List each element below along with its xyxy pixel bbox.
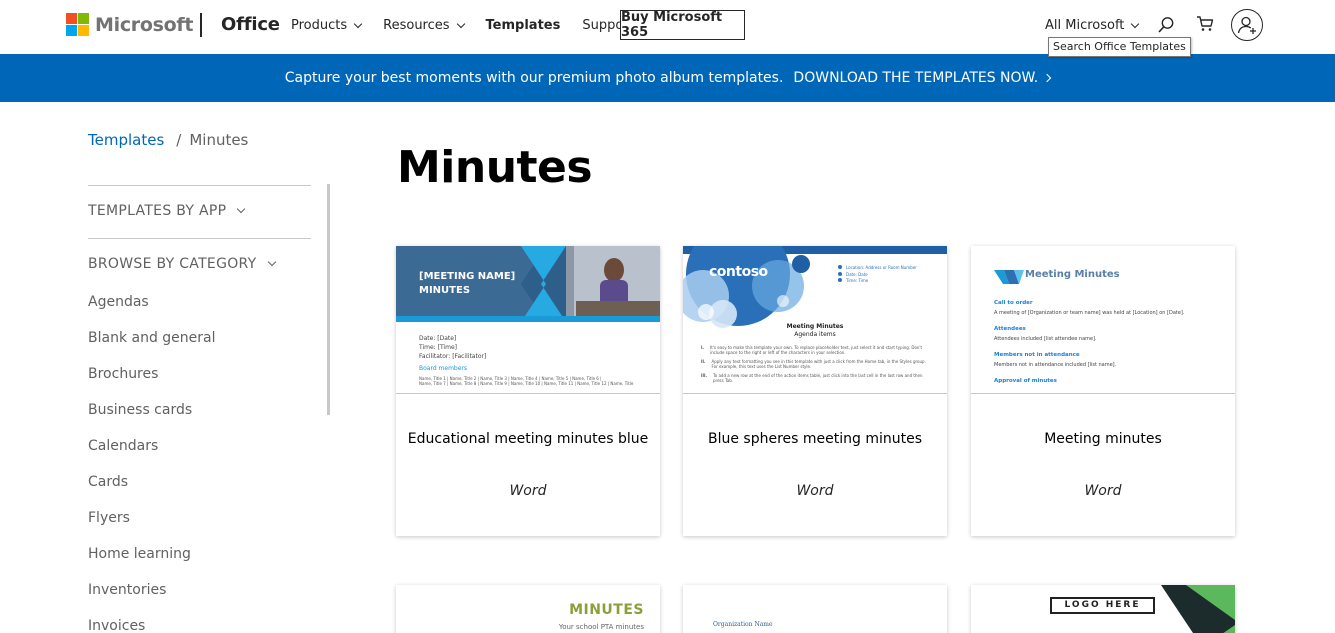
preview-heading: Organization Name <box>713 621 773 628</box>
preview-section: Members not in attendance <box>994 352 1080 358</box>
all-microsoft-menu[interactable]: All Microsoft <box>1045 18 1140 33</box>
preview-section: Board members <box>419 365 468 372</box>
preview-logo: contoso <box>709 264 768 280</box>
microsoft-logo-icon <box>66 13 89 36</box>
nav-products-label: Products <box>291 18 348 33</box>
chevron-down-icon <box>456 19 465 29</box>
cart-button[interactable] <box>1194 13 1216 35</box>
sidebar-divider <box>88 185 311 186</box>
preview-subheading: MINUTES <box>419 285 471 296</box>
search-tooltip: Search Office Templates <box>1048 37 1191 57</box>
template-title: Meeting minutes <box>1044 431 1162 447</box>
category-list: Agendas Blank and general Brochures Busi… <box>88 292 216 633</box>
header-divider <box>200 13 202 37</box>
preview-meta: Time: Time <box>846 278 869 283</box>
preview-subheading: Agenda items <box>794 331 836 338</box>
breadcrumb-templates-link[interactable]: Templates <box>88 131 164 149</box>
preview-section: Attendees <box>994 326 1026 332</box>
breadcrumb-current: Minutes <box>189 131 249 149</box>
banner-cta-label: DOWNLOAD THE TEMPLATES NOW. <box>793 70 1039 86</box>
category-flyers[interactable]: Flyers <box>88 508 216 544</box>
breadcrumb: Templates / Minutes <box>88 131 248 149</box>
nav-resources[interactable]: Resources <box>383 18 465 33</box>
category-cards[interactable]: Cards <box>88 472 216 508</box>
template-card-logo-minutes[interactable]: LOGO HERE <box>971 585 1235 633</box>
nav-templates-label: Templates <box>485 18 561 33</box>
category-calendars[interactable]: Calendars <box>88 436 216 472</box>
sidebar-divider <box>88 238 311 239</box>
preview-heading: Meeting Minutes <box>1025 269 1120 280</box>
category-business-cards[interactable]: Business cards <box>88 400 216 436</box>
preview-line: Date: [Date] <box>419 335 457 342</box>
office-link[interactable]: Office <box>221 14 280 35</box>
sidebar-scrollbar[interactable] <box>327 184 330 415</box>
category-home-learning[interactable]: Home learning <box>88 544 216 580</box>
chevron-down-icon <box>267 257 276 267</box>
category-inventories[interactable]: Inventories <box>88 580 216 616</box>
promo-banner: Capture your best moments with our premi… <box>0 54 1335 102</box>
template-thumbnail: [MEETING NAME] MINUTES Date: [Date] Time… <box>396 246 660 394</box>
preview-heading: [MEETING NAME] <box>419 271 516 282</box>
preview-item: To add a new row at the end of the actio… <box>712 373 923 383</box>
template-card-pta-minutes[interactable]: MINUTES Your school PTA minutes <box>396 585 660 633</box>
all-microsoft-label: All Microsoft <box>1045 18 1125 33</box>
search-icon <box>1158 17 1174 33</box>
banner-cta-link[interactable]: DOWNLOAD THE TEMPLATES NOW. <box>793 70 1052 86</box>
preview-item: Apply any text formatting you see in thi… <box>711 359 926 369</box>
preview-line: Time: [Time] <box>419 344 457 351</box>
template-title: Educational meeting minutes blue <box>407 431 649 447</box>
chevron-down-icon <box>1131 19 1140 29</box>
template-app: Word <box>796 483 834 499</box>
preview-text: Attendees included [list attendee name]. <box>994 336 1097 342</box>
preview-detail: Name, Title 7 | Name, Title 8 | Name, Ti… <box>419 381 634 386</box>
preview-heading: MINUTES <box>569 602 644 618</box>
chevron-right-icon <box>1043 73 1052 83</box>
preview-line: Facilitator: [Facilitator] <box>419 353 487 360</box>
preview-section: Call to order <box>994 300 1033 306</box>
page-title: Minutes <box>397 142 593 193</box>
template-app: Word <box>1084 483 1122 499</box>
preview-heading: Meeting Minutes <box>786 323 844 330</box>
buy-microsoft-365-button[interactable]: Buy Microsoft 365 <box>620 10 745 40</box>
template-card-educational-minutes[interactable]: [MEETING NAME] MINUTES Date: [Date] Time… <box>396 246 660 536</box>
template-app: Word <box>509 483 547 499</box>
microsoft-wordmark: Microsoft <box>95 13 194 36</box>
template-card-blue-spheres-minutes[interactable]: contoso Location: Address or Room Number… <box>683 246 947 536</box>
chevron-down-icon <box>237 204 246 214</box>
template-title: Blue spheres meeting minutes <box>707 431 923 447</box>
browse-by-category-toggle[interactable]: BROWSE BY CATEGORY <box>88 256 276 272</box>
chevron-down-icon <box>353 19 363 29</box>
template-card-meeting-minutes[interactable]: Meeting Minutes Call to order A meeting … <box>971 246 1235 536</box>
category-agendas[interactable]: Agendas <box>88 292 216 328</box>
preview-logo: LOGO HERE <box>1050 597 1155 614</box>
template-thumbnail: Meeting Minutes Call to order A meeting … <box>971 246 1235 394</box>
meeting-logo-icon <box>994 270 1024 284</box>
templates-by-app-label: TEMPLATES BY APP <box>88 203 227 219</box>
category-brochures[interactable]: Brochures <box>88 364 216 400</box>
breadcrumb-separator: / <box>176 131 182 149</box>
preview-item: It's easy to make this template your own… <box>710 345 923 355</box>
preview-meta: Location: Address or Room Number <box>846 265 917 270</box>
search-button[interactable] <box>1155 14 1177 36</box>
preview-subheading: Your school PTA minutes <box>558 623 644 631</box>
preview-section: Approval of minutes <box>994 378 1057 384</box>
category-invoices[interactable]: Invoices <box>88 616 216 633</box>
cart-icon <box>1197 16 1214 31</box>
templates-by-app-toggle[interactable]: TEMPLATES BY APP <box>88 203 246 219</box>
account-icon <box>1237 16 1256 34</box>
template-thumbnail: contoso Location: Address or Room Number… <box>683 246 947 394</box>
preview-text: Members not in attendance included [list… <box>994 362 1117 368</box>
nav-templates[interactable]: Templates <box>486 18 561 33</box>
nav-products[interactable]: Products <box>291 18 363 33</box>
microsoft-logo[interactable]: Microsoft <box>66 13 193 36</box>
main-nav: Products Resources Templates Support <box>291 18 656 33</box>
template-card-organization-minutes[interactable]: Organization Name <box>683 585 947 633</box>
nav-resources-label: Resources <box>383 18 450 33</box>
category-blank-and-general[interactable]: Blank and general <box>88 328 216 364</box>
preview-text: A meeting of [Organization or team name]… <box>994 310 1185 316</box>
browse-by-category-label: BROWSE BY CATEGORY <box>88 256 257 272</box>
account-button[interactable] <box>1231 9 1263 41</box>
banner-text: Capture your best moments with our premi… <box>284 70 784 86</box>
